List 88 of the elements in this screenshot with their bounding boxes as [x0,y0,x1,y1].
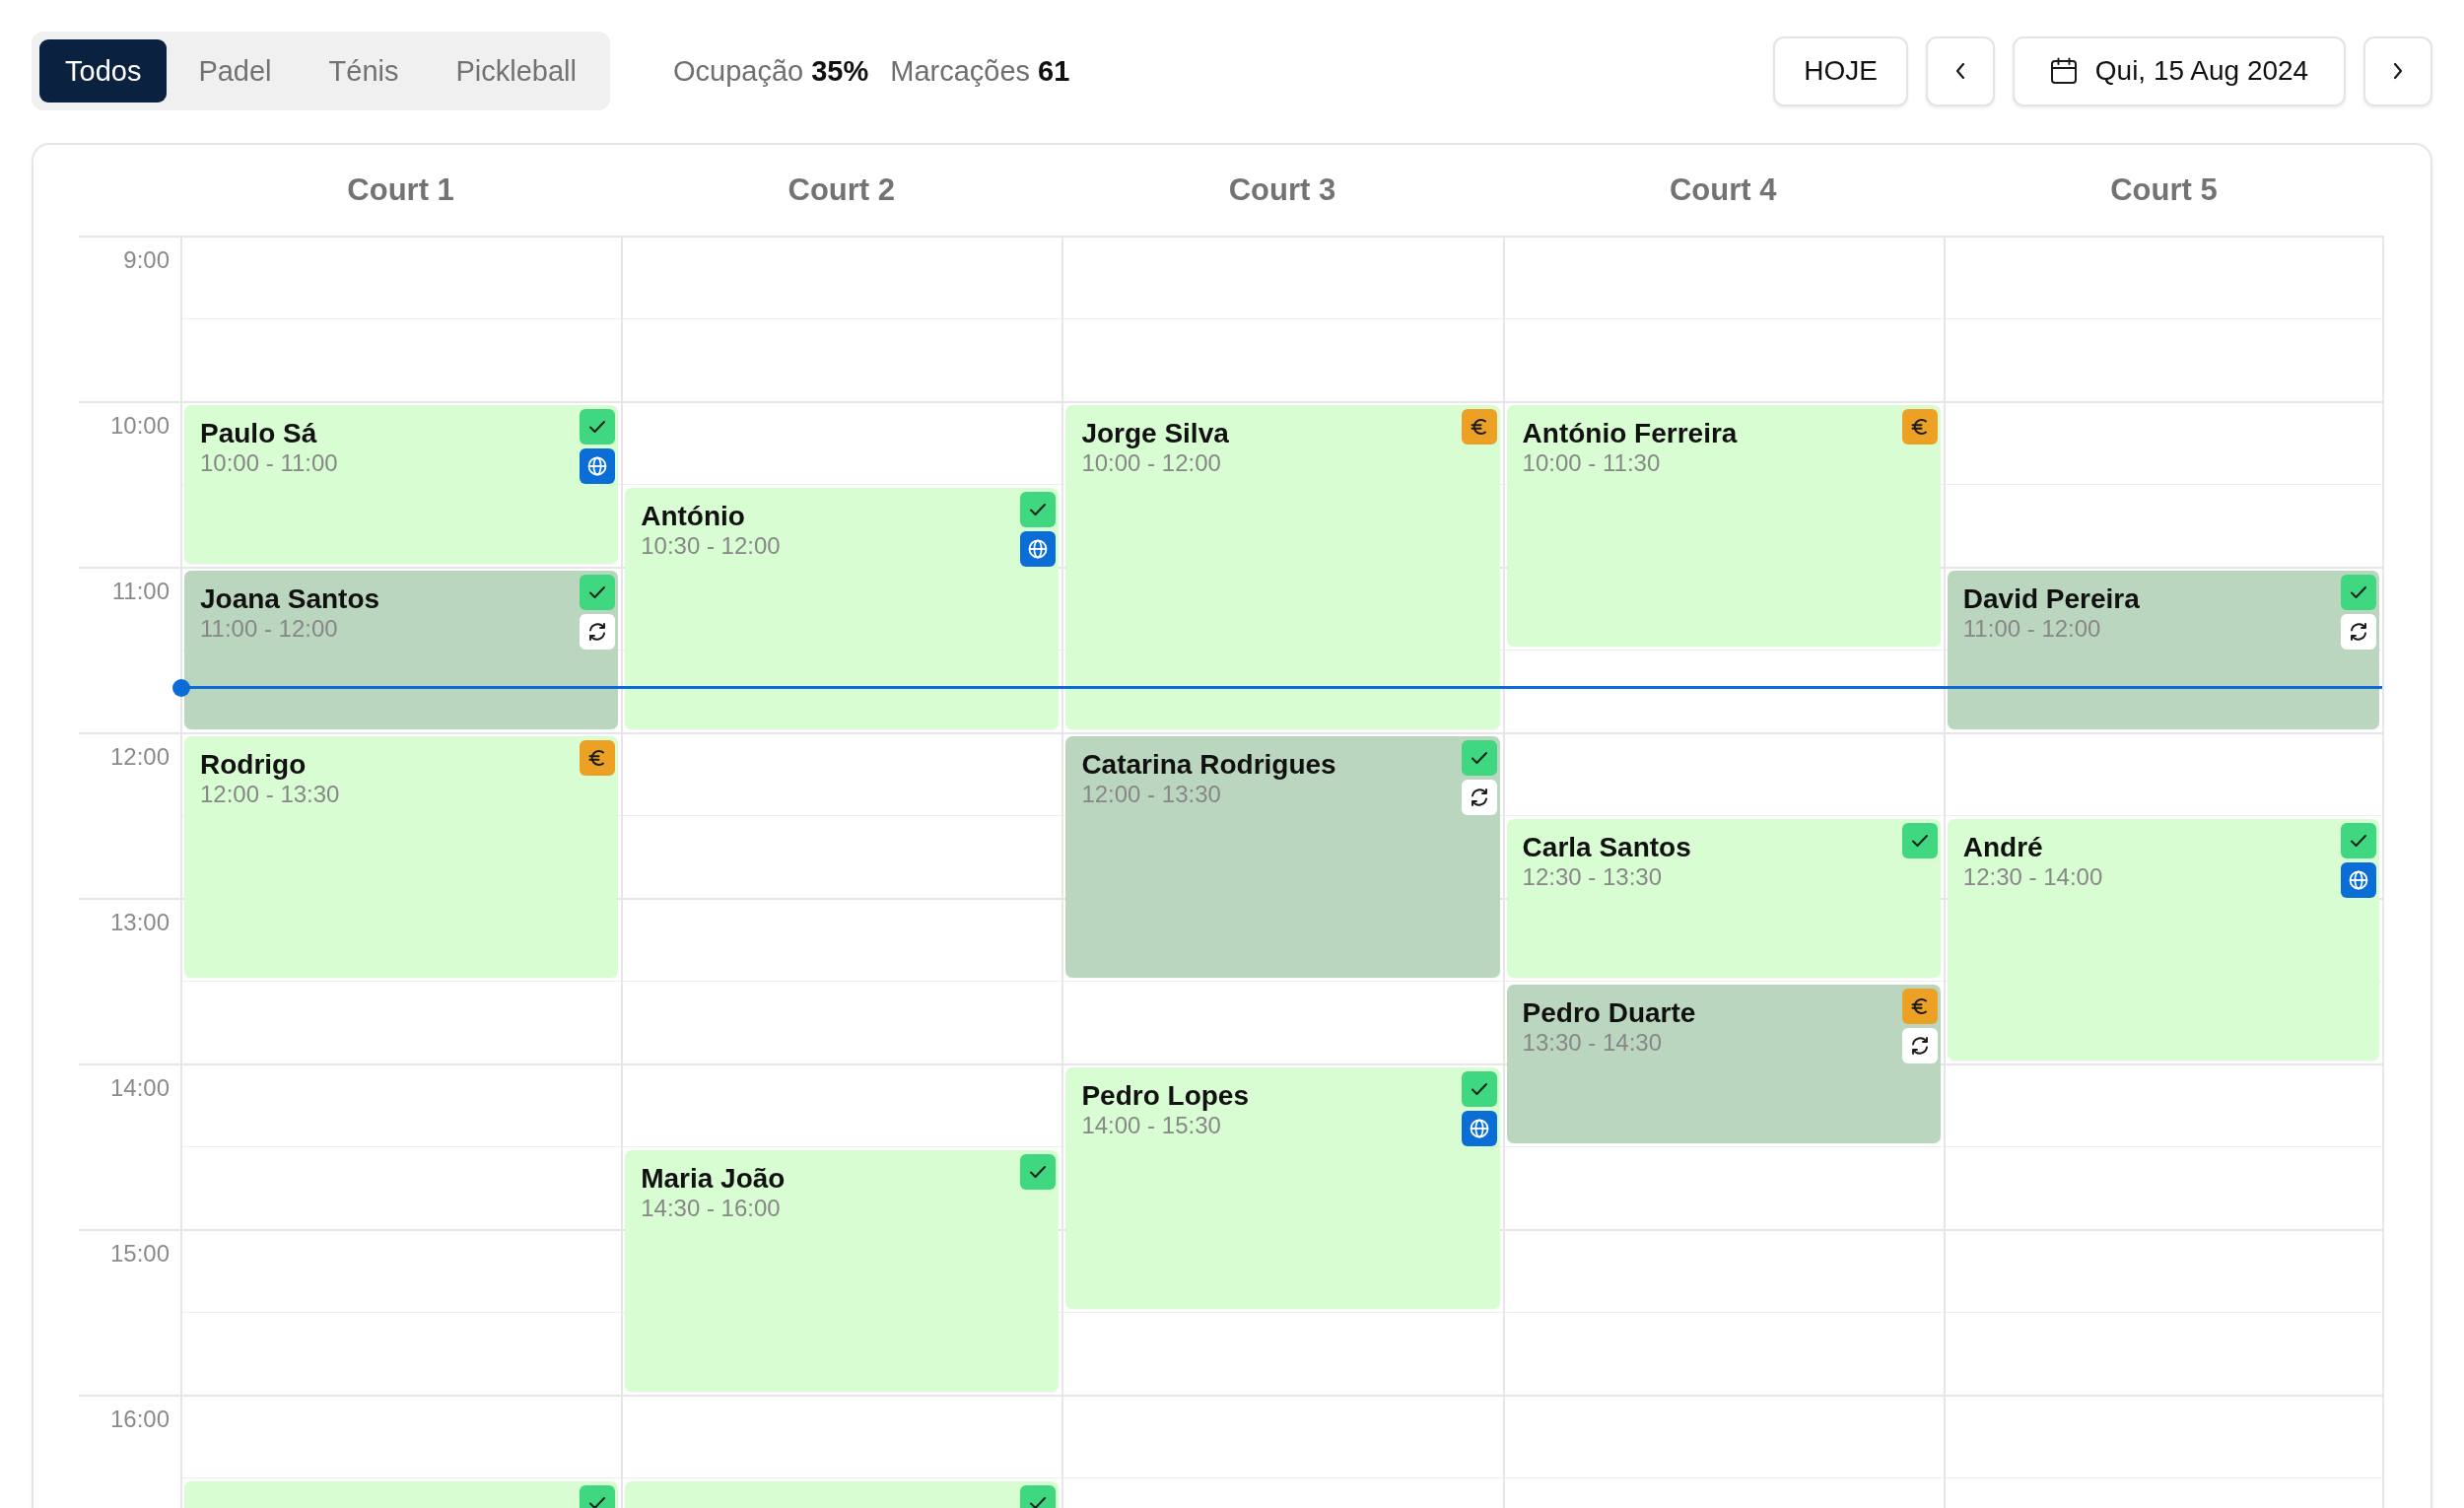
stat-value: 35% [811,54,869,88]
globe-icon [1020,531,1057,567]
refresh-icon [1461,780,1497,815]
time-label: 10:00 [109,412,170,439]
filter-tab[interactable]: Todos [39,39,168,103]
booking-name: Pedro Lopes [1081,1079,1250,1113]
booking-name: Jorge Silva [1081,417,1230,450]
globe-icon [1461,1111,1497,1146]
refresh-icon [580,614,616,650]
today-button[interactable]: HOJE [1773,35,1908,106]
stat-label: Ocupação [673,54,804,88]
booking-name: Catarina Rodrigues [1081,748,1337,782]
booking-card[interactable]: Catarina Rodrigues 12:00 - 13:30 [1065,736,1500,978]
booking-time: 12:00 - 13:30 [200,780,341,809]
chevron-left-icon [1954,61,1966,81]
filter-tab[interactable]: Pickleball [430,39,602,103]
court-name: Court 5 [2110,172,2218,208]
refresh-icon [2341,614,2376,650]
stat-value: 61 [1038,54,1070,88]
date-picker-button[interactable]: Qui, 15 Aug 2024 [2013,35,2346,106]
court-name: Court 2 [787,172,896,208]
check-icon [580,575,616,610]
refresh-icon [1901,1028,1938,1063]
booking-name: Rodrigo [200,748,308,782]
booking-card[interactable]: António 10:30 - 12:00 [625,488,1060,729]
euro-icon [1461,409,1497,445]
calendar-icon [2049,57,2078,85]
time-label: 9:00 [123,246,170,273]
booking-card[interactable]: Pedro Duarte 13:30 - 14:30 [1506,985,1941,1143]
booking-time: 10:00 - 11:30 [1522,448,1662,478]
check-icon [1461,740,1497,776]
booking-time: 11:00 - 12:00 [200,614,339,644]
booking-name: Joana Santos [200,583,381,616]
check-icon [1461,1071,1497,1107]
booking-card[interactable]: Jorge Silva 10:00 - 12:00 [1065,405,1500,729]
check-icon [580,409,616,445]
booking-name: David Pereira [1962,583,2141,616]
globe-icon [2341,862,2376,898]
booking-time: 13:30 - 14:30 [1522,1028,1664,1058]
booking-time: 14:30 - 16:00 [641,1194,782,1223]
check-icon [1020,492,1057,527]
booking-card[interactable]: Maria João 14:30 - 16:00 [625,1150,1060,1392]
booking-card[interactable]: Paulo Sá 10:00 - 11:00 [184,405,619,564]
time-label: 15:00 [109,1240,170,1267]
booking-card[interactable]: Carla Santos 12:30 - 13:30 [1506,819,1941,978]
euro-icon [1901,409,1938,445]
booking-name: Carla Santos [1522,831,1692,864]
booking-time: 10:00 - 11:00 [200,448,339,478]
euro-icon [1901,989,1938,1024]
booking-name: António [641,500,746,533]
check-icon [2341,823,2376,858]
previous-day-button[interactable] [1926,35,1995,106]
booking-card[interactable]: David Pereira 11:00 - 12:00 [1947,571,2379,729]
booking-time: 10:00 - 12:00 [1081,448,1222,478]
time-label: 16:00 [109,1405,170,1432]
check-icon [1901,823,1938,858]
court-name: Court 4 [1669,172,1777,208]
booking-card[interactable]: Rodrigo 12:00 - 13:30 [184,736,619,978]
booking-card[interactable]: António Ferreira 10:00 - 11:30 [1506,405,1941,647]
court-name: Court 1 [347,172,454,208]
booking-name: André [1962,831,2044,864]
next-day-button[interactable] [2363,35,2432,106]
booking-card[interactable]: André 12:30 - 14:00 [1947,819,2379,1061]
booking-time: 12:00 - 13:30 [1081,780,1222,809]
booking-time: 10:30 - 12:00 [641,531,782,561]
stat-label: Marcações [890,54,1031,88]
filter-tab[interactable]: Padel [172,39,298,103]
euro-icon [580,740,616,776]
booking-card[interactable]: Joana Santos 11:00 - 12:00 [184,571,619,729]
time-label: 13:00 [109,909,170,935]
globe-icon [580,448,616,484]
filter-tab[interactable]: Ténis [303,39,425,103]
court-name: Court 3 [1228,172,1336,208]
booking-name: Maria João [641,1162,787,1196]
booking-time: 12:30 - 13:30 [1522,862,1664,892]
booking-time: 14:00 - 15:30 [1081,1111,1222,1140]
booking-card[interactable]: Pedro Lopes 14:00 - 15:30 [1065,1067,1500,1309]
time-label: 11:00 [111,578,170,604]
booking-name: Paulo Sá [200,417,318,450]
time-label: 12:00 [109,743,170,770]
check-icon [1020,1154,1057,1190]
booking-time: 11:00 - 12:00 [1962,614,2102,644]
booking-time: 12:30 - 14:00 [1962,862,2104,892]
booking-name: António Ferreira [1522,417,1739,450]
check-icon [2341,575,2376,610]
chevron-right-icon [2392,61,2404,81]
time-label: 14:00 [109,1074,170,1101]
booking-name: Pedro Duarte [1522,996,1697,1030]
